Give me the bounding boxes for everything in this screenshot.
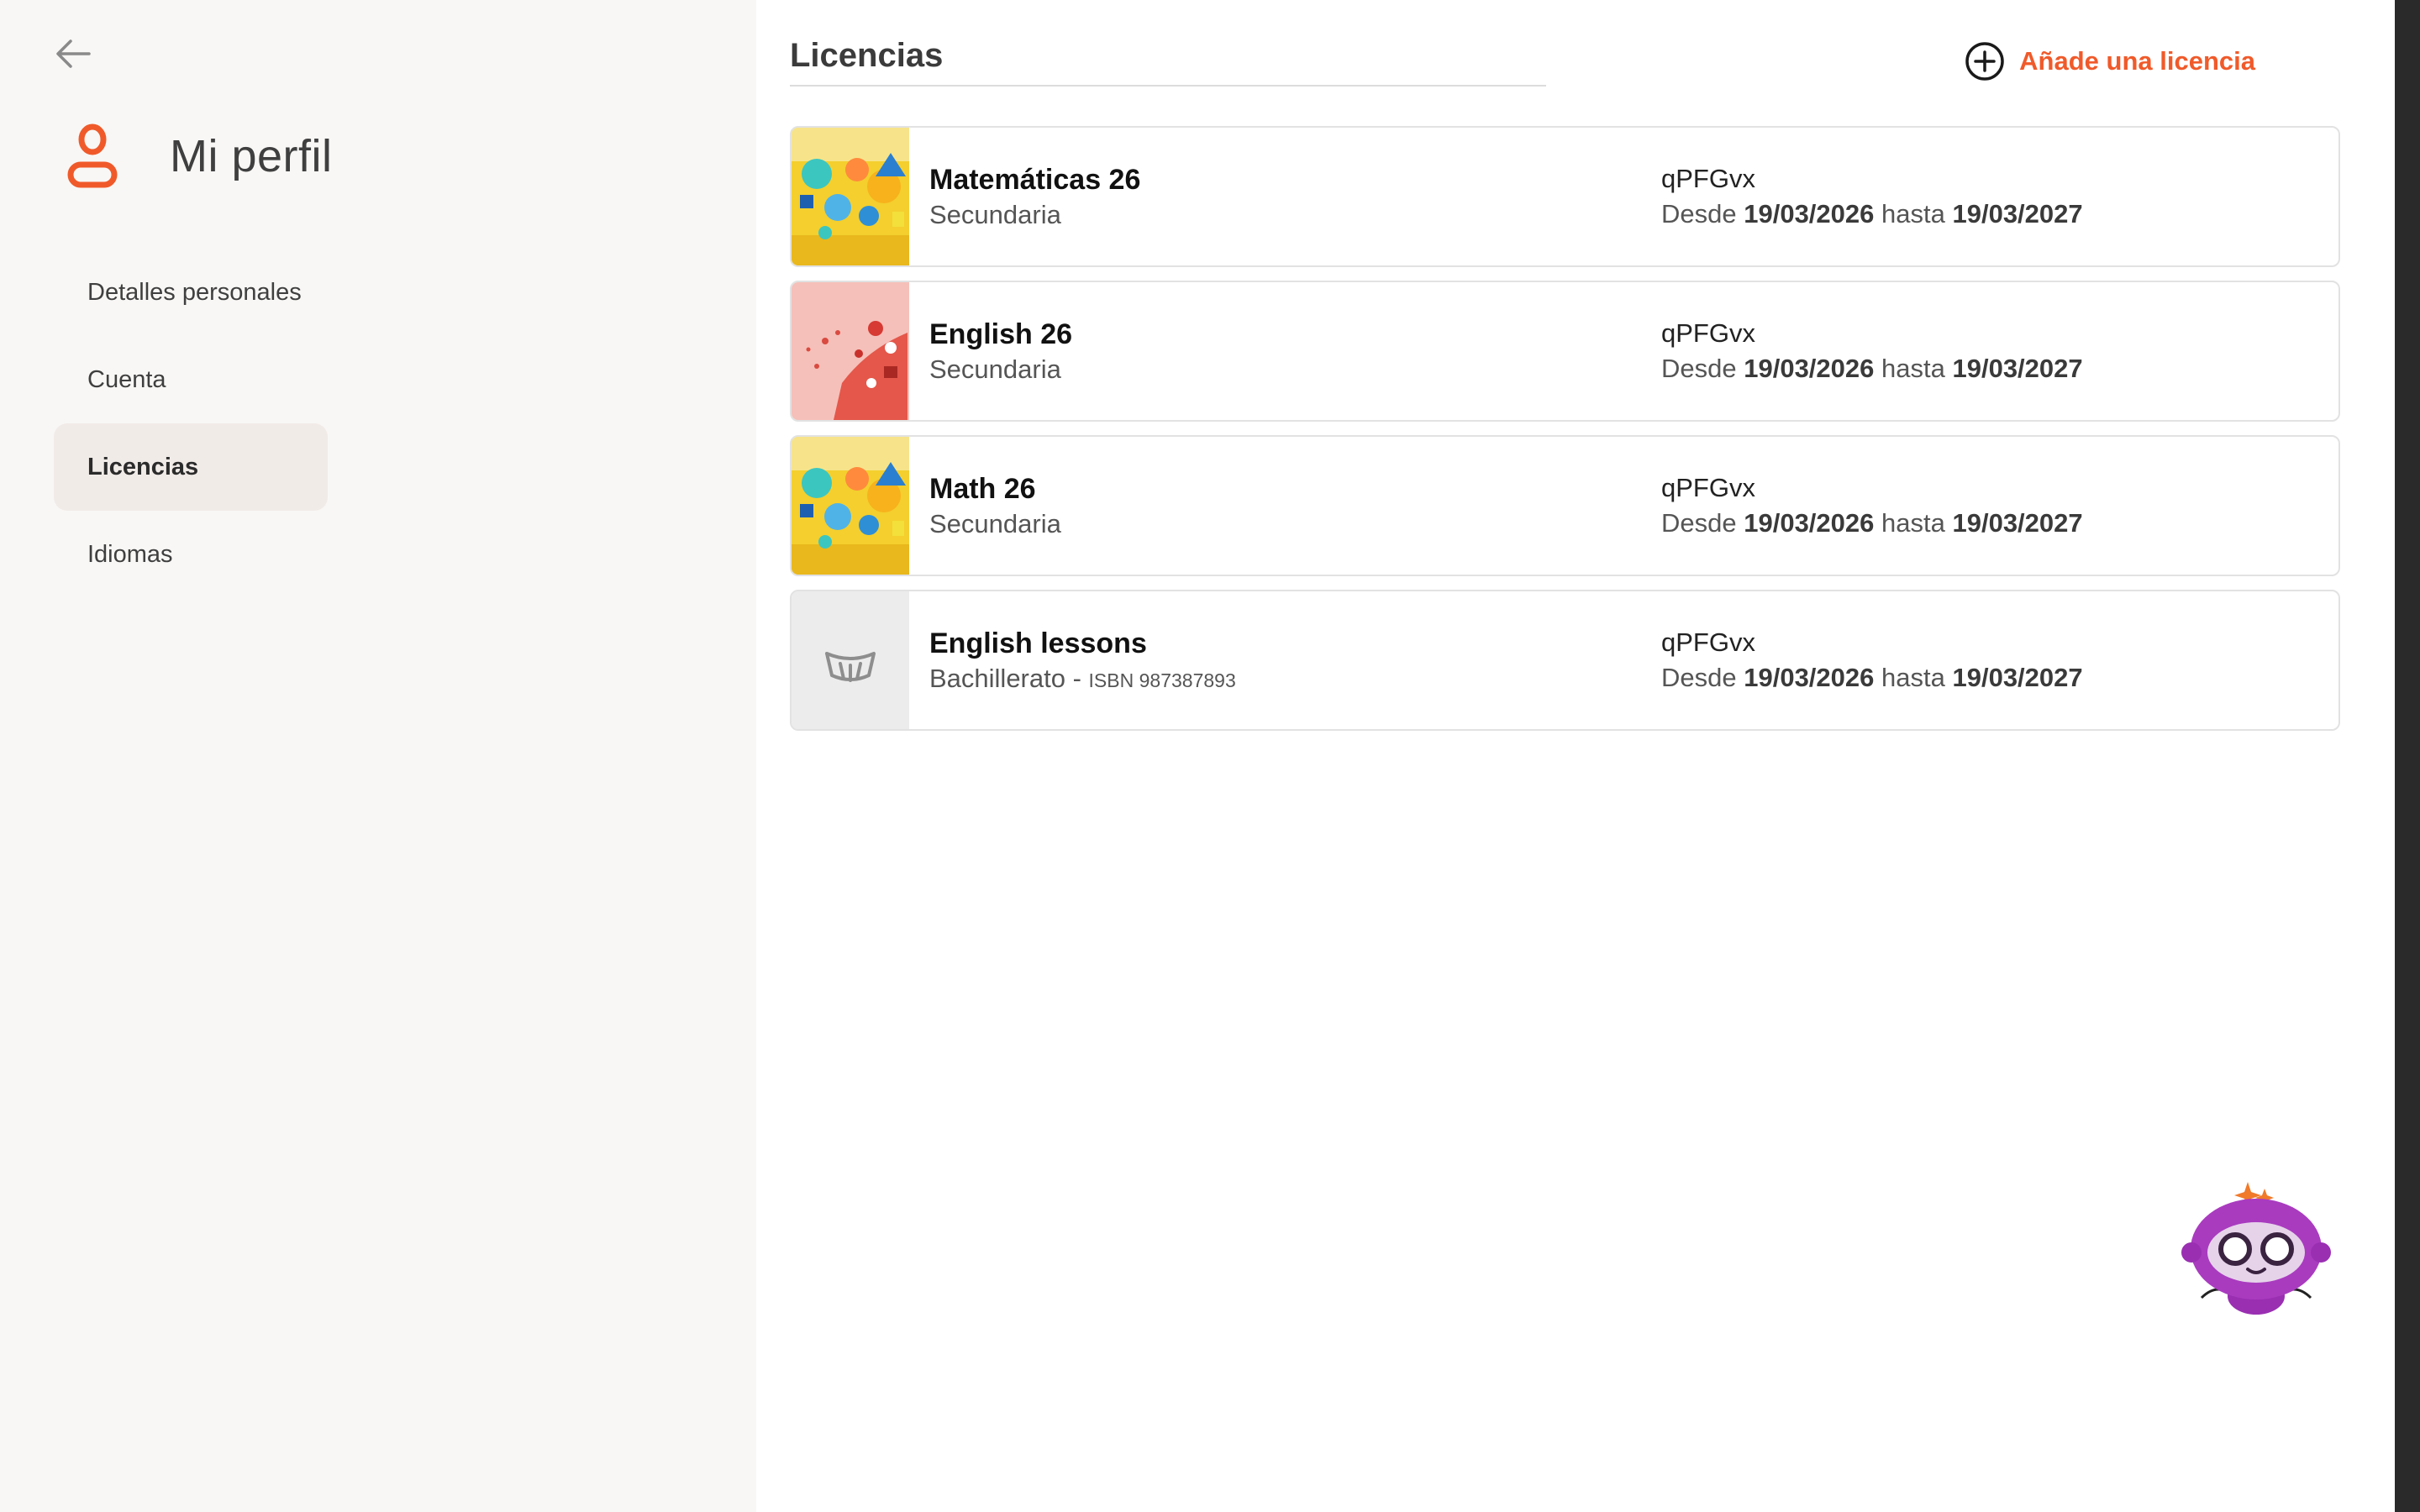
- profile-header: Mi perfil: [66, 123, 333, 190]
- license-code: qPFGvx: [1661, 627, 1755, 657]
- add-license-button[interactable]: Añade una licencia: [1964, 40, 2255, 82]
- license-name: Matemáticas 26: [929, 163, 1141, 196]
- english-cover-image: [792, 282, 909, 420]
- profile-title: Mi perfil: [170, 131, 333, 181]
- placeholder-cover-image: [792, 591, 909, 729]
- math-cover-image: [792, 437, 909, 575]
- back-button[interactable]: [52, 35, 94, 72]
- sidebar: Mi perfil Detalles personales Cuenta Lic…: [0, 0, 756, 1512]
- sidebar-item-detalles-personales[interactable]: Detalles personales: [54, 249, 328, 336]
- license-name: English 26: [929, 318, 1073, 350]
- arrow-left-icon: [56, 39, 91, 68]
- license-level: Secundaria: [929, 508, 1061, 538]
- add-license-label: Añade una licencia: [2019, 46, 2255, 76]
- license-info: Math 26 Secundaria: [909, 437, 1661, 575]
- license-level: Secundaria: [929, 199, 1061, 229]
- license-card[interactable]: Matemáticas 26 Secundaria qPFGvx Desde 1…: [790, 126, 2340, 267]
- license-list: Matemáticas 26 Secundaria qPFGvx Desde 1…: [790, 126, 2340, 744]
- license-meta: qPFGvx Desde 19/03/2026 hasta 19/03/2027: [1661, 437, 2083, 575]
- license-dates: Desde 19/03/2026 hasta 19/03/2027: [1661, 663, 2083, 692]
- license-info: Matemáticas 26 Secundaria: [909, 128, 1661, 265]
- license-code: qPFGvx: [1661, 318, 1755, 348]
- user-icon: [67, 123, 118, 188]
- sidebar-item-idiomas[interactable]: Idiomas: [54, 511, 328, 598]
- license-meta: qPFGvx Desde 19/03/2026 hasta 19/03/2027: [1661, 282, 2083, 420]
- license-dates: Desde 19/03/2026 hasta 19/03/2027: [1661, 508, 2083, 538]
- license-level: Secundaria: [929, 354, 1061, 384]
- license-meta: qPFGvx Desde 19/03/2026 hasta 19/03/2027: [1661, 591, 2083, 729]
- license-info: English 26 Secundaria: [909, 282, 1661, 420]
- assistant-button[interactable]: [2176, 1172, 2336, 1323]
- math-cover-image: [792, 128, 909, 265]
- license-name: English lessons: [929, 627, 1147, 659]
- license-dates: Desde 19/03/2026 hasta 19/03/2027: [1661, 199, 2083, 228]
- license-code: qPFGvx: [1661, 473, 1755, 502]
- window-edge: [2395, 0, 2420, 1512]
- license-name: Math 26: [929, 472, 1036, 505]
- license-level: Bachillerato - ISBN 987387893: [929, 663, 1236, 693]
- plus-circle-icon: [1965, 42, 2004, 81]
- license-isbn: ISBN 987387893: [1088, 669, 1236, 691]
- license-card[interactable]: English 26 Secundaria qPFGvx Desde 19/03…: [790, 281, 2340, 422]
- sidebar-item-licencias[interactable]: Licencias: [54, 423, 328, 511]
- main-content: Licencias Añade una licencia Matemáticas…: [756, 0, 2395, 1512]
- sidebar-item-cuenta[interactable]: Cuenta: [54, 336, 328, 423]
- license-code: qPFGvx: [1661, 164, 1755, 193]
- license-dates: Desde 19/03/2026 hasta 19/03/2027: [1661, 354, 2083, 383]
- profile-nav: Detalles personales Cuenta Licencias Idi…: [54, 249, 328, 598]
- robot-assistant-icon: [2181, 1182, 2331, 1315]
- section-title: Licencias: [790, 37, 1546, 87]
- license-card[interactable]: English lessons Bachillerato - ISBN 9873…: [790, 590, 2340, 731]
- license-meta: qPFGvx Desde 19/03/2026 hasta 19/03/2027: [1661, 128, 2083, 265]
- license-card[interactable]: Math 26 Secundaria qPFGvx Desde 19/03/20…: [790, 435, 2340, 576]
- license-info: English lessons Bachillerato - ISBN 9873…: [909, 591, 1661, 729]
